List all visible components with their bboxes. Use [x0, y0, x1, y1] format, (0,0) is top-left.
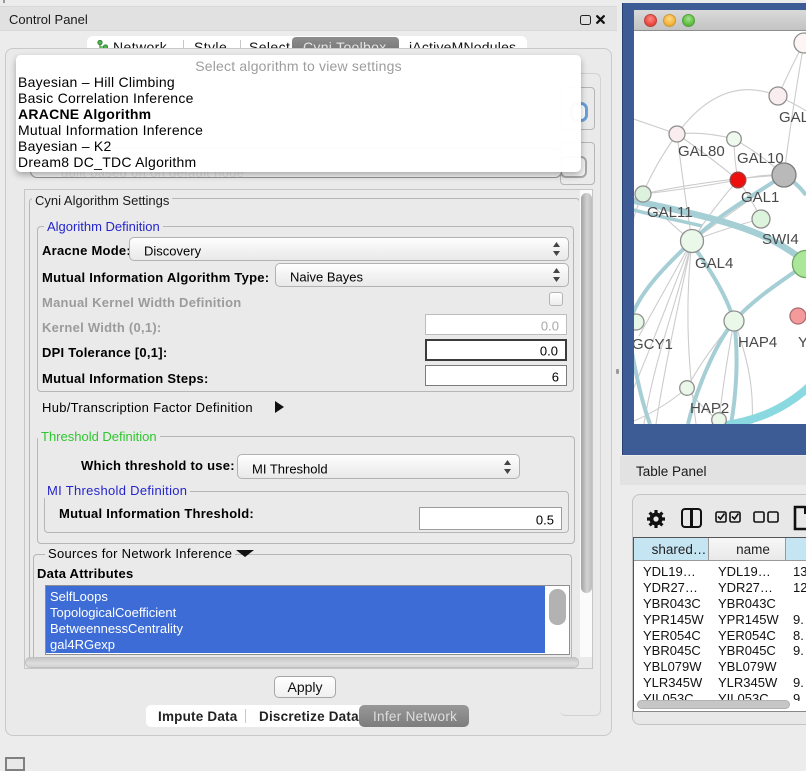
svg-text:GAL11: GAL11 — [647, 204, 693, 221]
svg-text:GCY1: GCY1 — [634, 336, 673, 353]
svg-text:Y: Y — [798, 334, 806, 351]
svg-text:GAL1: GAL1 — [741, 189, 779, 206]
svg-text:GAL4: GAL4 — [695, 255, 733, 272]
svg-text:HAP2: HAP2 — [690, 400, 729, 417]
svg-text:SWI4: SWI4 — [762, 231, 799, 248]
svg-text:GAL: GAL — [779, 109, 806, 126]
svg-text:GAL10: GAL10 — [737, 150, 784, 167]
svg-text:HAP4: HAP4 — [738, 334, 777, 351]
svg-text:GAL80: GAL80 — [678, 143, 725, 160]
